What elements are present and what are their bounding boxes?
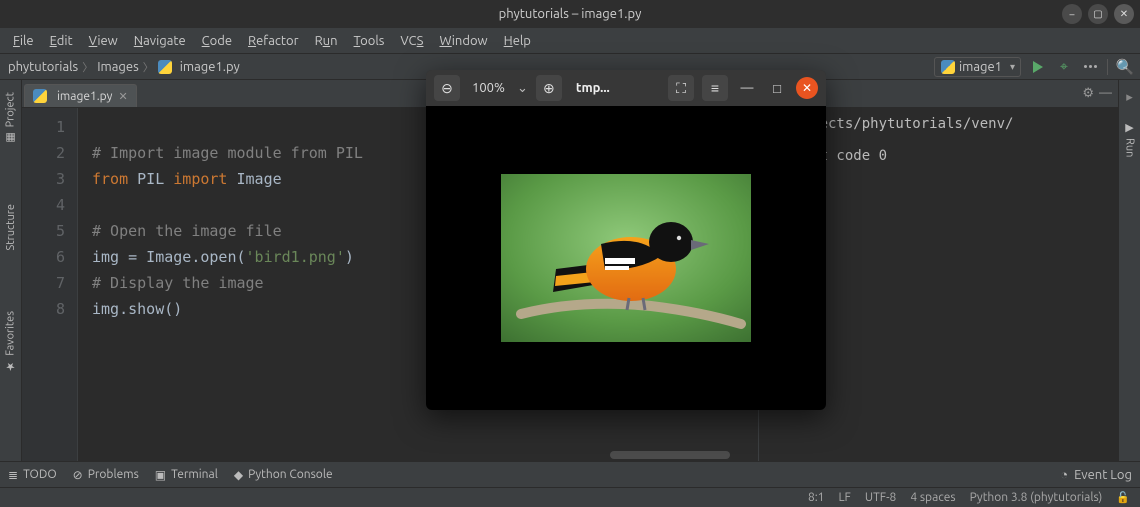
menu-window[interactable]: Window bbox=[432, 32, 494, 50]
viewer-maximize-button[interactable]: □ bbox=[766, 77, 788, 99]
close-button[interactable]: ✕ bbox=[1114, 4, 1134, 24]
python-interpreter[interactable]: Python 3.8 (phytutorials) bbox=[970, 491, 1103, 504]
menu-vcs[interactable]: VCS bbox=[393, 32, 430, 50]
viewer-canvas[interactable] bbox=[426, 106, 826, 410]
run-config-label: image1 bbox=[959, 60, 1002, 74]
code-content[interactable]: # Import image module from PIL from PIL … bbox=[78, 108, 363, 479]
line-separator[interactable]: LF bbox=[838, 491, 850, 504]
file-encoding[interactable]: UTF-8 bbox=[865, 491, 896, 504]
terminal-tool-button[interactable]: ▣Terminal bbox=[155, 468, 218, 482]
left-tool-strip: ▦Project Structure ★Favorites bbox=[0, 80, 22, 479]
window-title: phytutorials – image1.py bbox=[499, 7, 642, 21]
event-log-button[interactable]: Event Log bbox=[1074, 468, 1132, 482]
bottom-toolbar: ≣TODO ⊘Problems ▣Terminal ◆Python Consol… bbox=[0, 461, 1140, 487]
tab-filename: image1.py bbox=[57, 90, 112, 103]
crumb-folder[interactable]: Images bbox=[97, 60, 139, 74]
search-everywhere-button[interactable]: 🔍 bbox=[1116, 58, 1134, 76]
more-run-button[interactable] bbox=[1081, 58, 1099, 76]
zoom-out-button[interactable]: ⊖ bbox=[434, 75, 460, 101]
event-log-icon: ◔ bbox=[1060, 467, 1068, 482]
minimize-button[interactable]: – bbox=[1062, 4, 1082, 24]
favorites-tool-button[interactable]: ★Favorites bbox=[4, 311, 17, 373]
run-button[interactable] bbox=[1029, 58, 1047, 76]
run-tool-button[interactable]: ▶Run bbox=[1123, 121, 1136, 157]
python-icon bbox=[941, 60, 955, 74]
line-gutter: 1 2 3 4 5 6 7 8 bbox=[22, 108, 78, 479]
viewer-header[interactable]: ⊖ 100% ⌄ ⊕ tmp... ⛶ ≡ — □ ✕ bbox=[426, 70, 826, 106]
viewer-minimize-button[interactable]: — bbox=[736, 77, 758, 99]
window-titlebar: phytutorials – image1.py – ▢ ✕ bbox=[0, 0, 1140, 28]
maximize-button[interactable]: ▢ bbox=[1088, 4, 1108, 24]
project-tool-button[interactable]: ▦Project bbox=[4, 92, 17, 144]
zoom-in-icon: ⊕ bbox=[543, 80, 555, 97]
python-icon: ◆ bbox=[234, 468, 243, 482]
viewer-title: tmp... bbox=[576, 81, 610, 95]
indent-setting[interactable]: 4 spaces bbox=[910, 491, 955, 504]
menu-tools[interactable]: Tools bbox=[347, 32, 392, 50]
warning-icon: ⊘ bbox=[73, 468, 83, 482]
menu-code[interactable]: Code bbox=[195, 32, 239, 50]
zoom-level[interactable]: 100% bbox=[468, 81, 509, 95]
horizontal-scrollbar[interactable] bbox=[610, 451, 730, 459]
menu-run[interactable]: Run bbox=[308, 32, 345, 50]
chevron-right-icon: 〉 bbox=[143, 59, 154, 75]
menu-navigate[interactable]: Navigate bbox=[127, 32, 193, 50]
editor-tab-image1[interactable]: image1.py ✕ bbox=[24, 84, 137, 107]
fit-icon: ⛶ bbox=[676, 80, 686, 97]
menu-button[interactable]: ≡ bbox=[702, 75, 728, 101]
todo-tool-button[interactable]: ≣TODO bbox=[8, 468, 57, 482]
crumb-project[interactable]: phytutorials bbox=[8, 60, 78, 74]
hamburger-icon: ≡ bbox=[711, 80, 719, 96]
structure-tool-button[interactable]: Structure bbox=[5, 204, 17, 251]
image-viewer-window[interactable]: ⊖ 100% ⌄ ⊕ tmp... ⛶ ≡ — □ ✕ bbox=[426, 70, 826, 410]
collapse-icon[interactable]: ▸ bbox=[1126, 90, 1133, 105]
run-config-dropdown[interactable]: image1 bbox=[934, 57, 1021, 77]
status-bar: 8:1 LF UTF-8 4 spaces Python 3.8 (phytut… bbox=[0, 487, 1140, 507]
python-file-icon bbox=[158, 60, 172, 74]
problems-tool-button[interactable]: ⊘Problems bbox=[73, 468, 139, 482]
chevron-down-icon[interactable]: ⌄ bbox=[517, 81, 528, 96]
menu-help[interactable]: Help bbox=[497, 32, 538, 50]
play-icon bbox=[1033, 61, 1043, 73]
breadcrumb: phytutorials 〉 Images 〉 image1.py bbox=[8, 59, 240, 75]
separator bbox=[1107, 59, 1108, 75]
crumb-file[interactable]: image1.py bbox=[180, 60, 240, 74]
zoom-in-button[interactable]: ⊕ bbox=[536, 75, 562, 101]
viewer-close-button[interactable]: ✕ bbox=[796, 77, 818, 99]
right-tool-strip: ▸ ▶Run bbox=[1118, 80, 1140, 479]
close-tab-icon[interactable]: ✕ bbox=[118, 90, 127, 103]
tab-options-gear-icon[interactable]: ⚙ bbox=[1082, 86, 1094, 101]
menu-edit[interactable]: Edit bbox=[43, 32, 80, 50]
python-file-icon bbox=[33, 89, 47, 103]
menu-refactor[interactable]: Refactor bbox=[241, 32, 306, 50]
menu-view[interactable]: View bbox=[82, 32, 125, 50]
zoom-out-icon: ⊖ bbox=[441, 80, 453, 97]
menu-bar: File Edit View Navigate Code Refactor Ru… bbox=[0, 28, 1140, 54]
chevron-right-icon: 〉 bbox=[82, 59, 93, 75]
menu-file[interactable]: File bbox=[6, 32, 41, 50]
lock-icon[interactable] bbox=[1116, 491, 1130, 504]
list-icon: ≣ bbox=[8, 468, 18, 482]
tab-hide-icon[interactable]: — bbox=[1099, 86, 1112, 100]
python-console-tool-button[interactable]: ◆Python Console bbox=[234, 468, 333, 482]
cursor-position[interactable]: 8:1 bbox=[808, 491, 825, 504]
debug-button[interactable]: ⌖ bbox=[1055, 58, 1073, 76]
fit-button[interactable]: ⛶ bbox=[668, 75, 694, 101]
terminal-icon: ▣ bbox=[155, 468, 166, 482]
bird-image bbox=[501, 174, 751, 342]
